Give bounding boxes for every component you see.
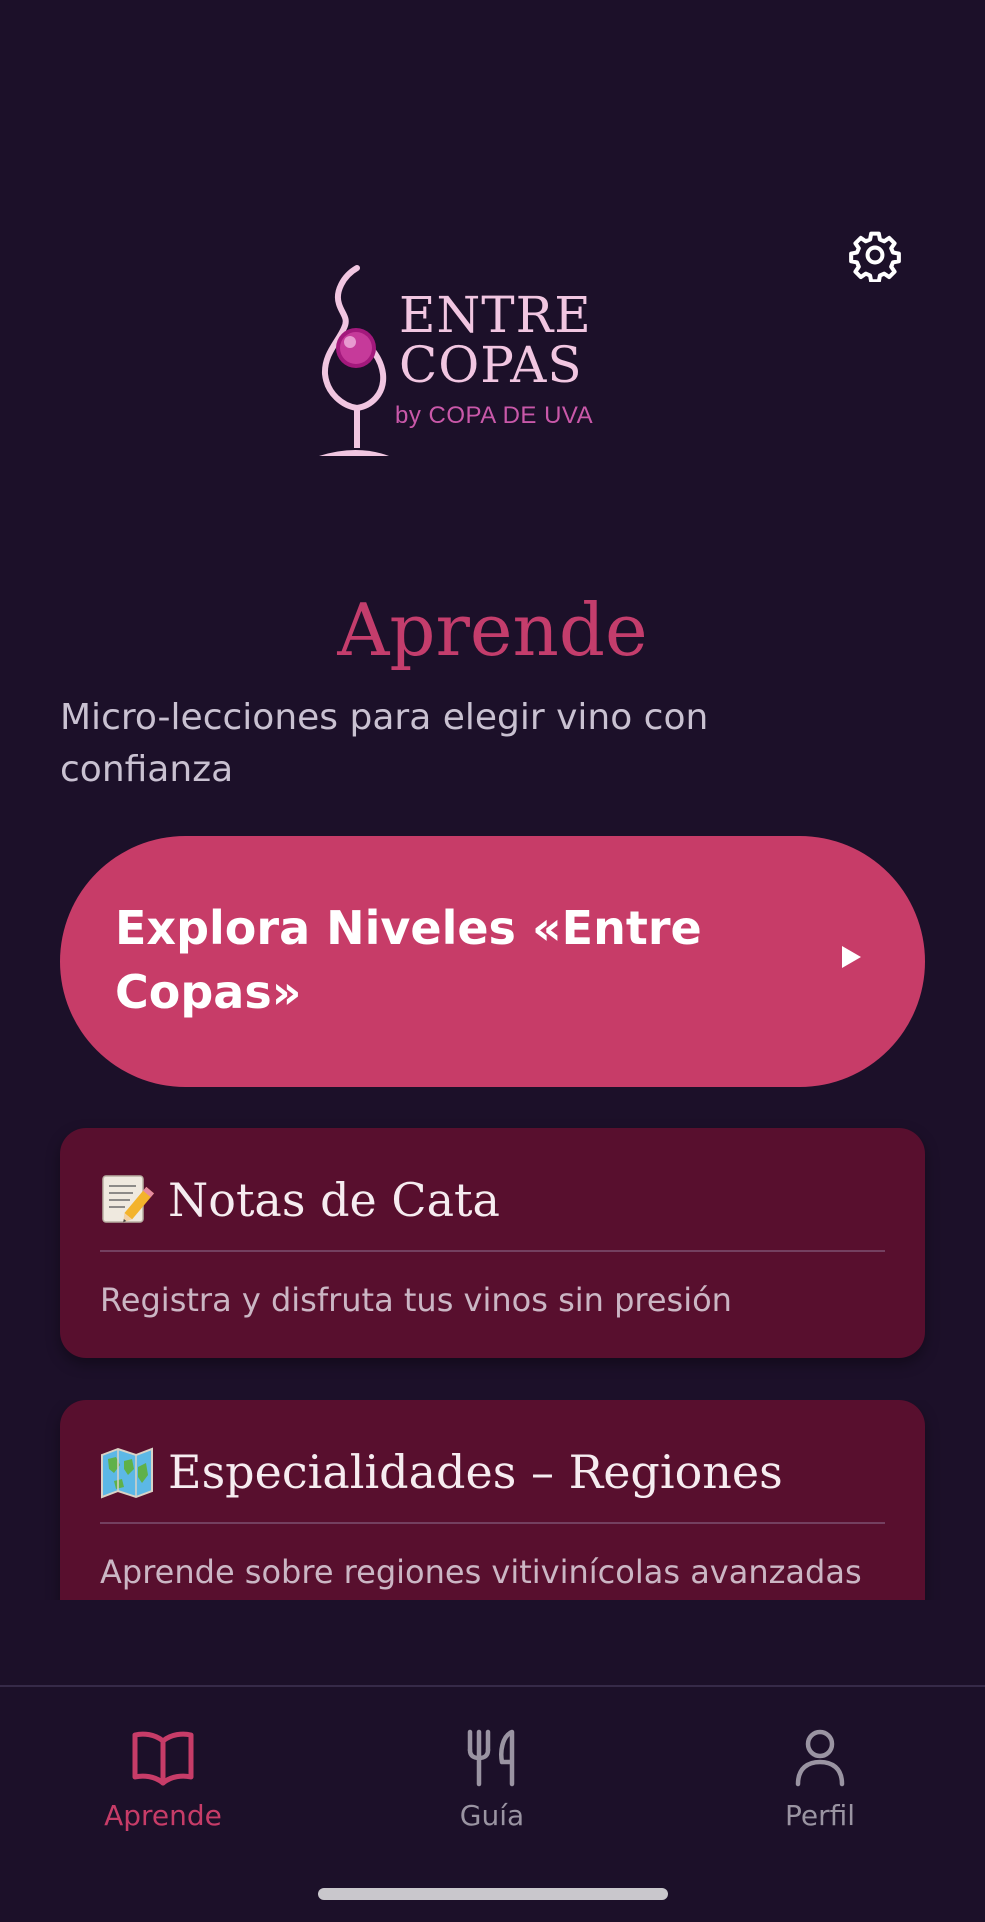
page-subtitle: Micro-lecciones para elegir vino con con… (60, 697, 709, 790)
explore-levels-button[interactable]: Explora Niveles «Entre Copas» (60, 836, 925, 1087)
nav-item-guia[interactable]: Guía (392, 1727, 592, 1837)
logo-line-2: COPAS (399, 336, 583, 394)
logo-line-1: ENTRE (399, 286, 592, 344)
gear-icon (849, 231, 901, 282)
open-book-icon (132, 1731, 194, 1786)
nav-item-perfil[interactable]: Perfil (720, 1727, 920, 1837)
play-arrow-icon (842, 946, 861, 968)
home-indicator (318, 1888, 668, 1900)
card-divider (100, 1250, 885, 1252)
card-title-text: Notas de Cata (168, 1173, 500, 1227)
card-description: Aprende sobre regiones vitivinícolas ava… (100, 1553, 862, 1591)
fork-knife-icon (467, 1729, 515, 1787)
user-icon (795, 1729, 845, 1787)
tasting-notes-card[interactable]: Notas de Cata Registra y disfruta tus vi… (60, 1128, 925, 1358)
app-logo: ENTRE COPAS by COPA DE UVA (313, 262, 603, 462)
explore-levels-label: Explora Niveles «Entre Copas» (115, 901, 702, 1019)
settings-button[interactable] (845, 225, 905, 285)
logo-byline: by COPA DE UVA (395, 402, 594, 429)
nav-label: Guía (459, 1799, 525, 1832)
logo-wordmark: ENTRE COPAS (399, 290, 592, 390)
page-title: Aprende (337, 588, 648, 672)
regions-card[interactable]: Especialidades – Regiones Aprende sobre … (60, 1400, 925, 1600)
card-title: Notas de Cata (100, 1170, 500, 1230)
card-divider (100, 1522, 885, 1524)
nav-label: Perfil (784, 1799, 856, 1832)
world-map-icon (101, 1447, 153, 1499)
scroll-viewport: Especialidades – Regiones Aprende sobre … (0, 1400, 985, 1600)
bottom-navigation: Aprende Guía Perfil (0, 1685, 985, 1922)
nav-label: Aprende (104, 1799, 222, 1832)
card-title-text: Especialidades – Regiones (168, 1445, 783, 1499)
memo-pencil-icon (102, 1175, 154, 1223)
nav-item-aprende[interactable]: Aprende (63, 1727, 263, 1837)
card-description: Registra y disfruta tus vinos sin presió… (100, 1281, 732, 1319)
wine-glass-icon (319, 265, 389, 456)
card-title: Especialidades – Regiones (100, 1442, 783, 1502)
